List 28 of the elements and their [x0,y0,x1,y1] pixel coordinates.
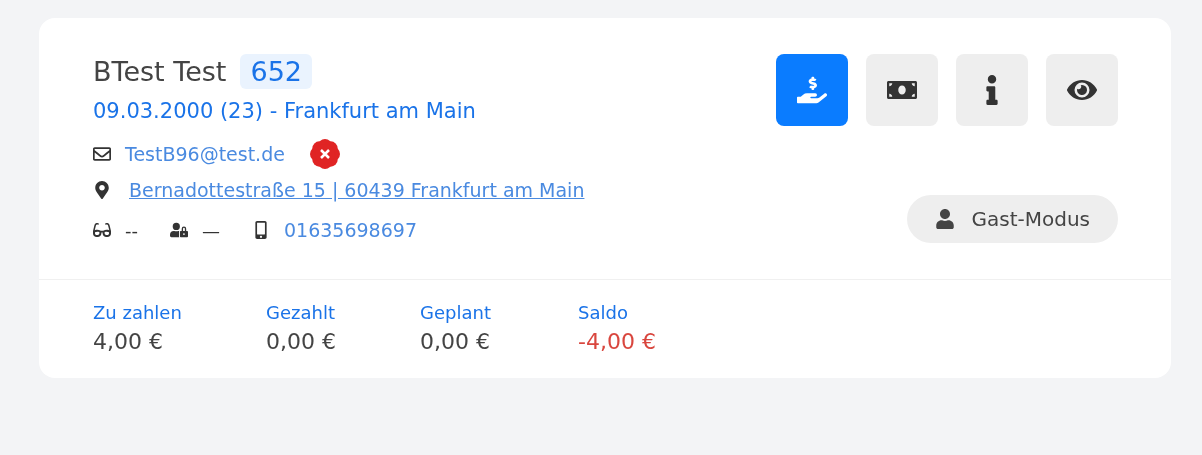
summary-value: 0,00 € [266,329,337,354]
user-lock-icon [170,221,188,239]
email-link[interactable]: TestB96@test.de [125,143,285,165]
address-link[interactable]: Bernadottestraße 15 | 60439 Frankfurt am Main [129,179,585,201]
summary-value: 0,00 € [420,329,491,354]
summary-label: Zu zahlen [93,302,183,323]
money-button[interactable] [866,54,938,126]
customer-number: 652 [240,54,312,89]
detail-value: -- [125,219,138,241]
summary-label: Geplant [420,302,492,323]
hand-dollar-icon [797,75,827,105]
user-icon [935,209,956,229]
guest-mode-button[interactable]: Gast-Modus [907,195,1118,243]
summary-label: Gezahlt [266,302,336,323]
birth-date-city: 09.03.2000 (23) - Frankfurt am Main [93,99,477,123]
info-button[interactable] [956,54,1028,126]
envelope-icon [93,145,111,163]
glasses-icon [93,221,111,239]
summary-value: -4,00 € [578,329,657,354]
phone-icon [252,221,270,239]
summary-label: Saldo [578,302,629,323]
summary-value: 4,00 € [93,329,164,354]
detail-value: — [202,219,220,241]
customer-name: BTest Test [93,56,227,87]
view-button[interactable] [1046,54,1118,126]
payment-button[interactable] [776,54,848,126]
map-pin-icon [93,181,111,199]
phone-link[interactable]: 01635698697 [284,219,417,241]
